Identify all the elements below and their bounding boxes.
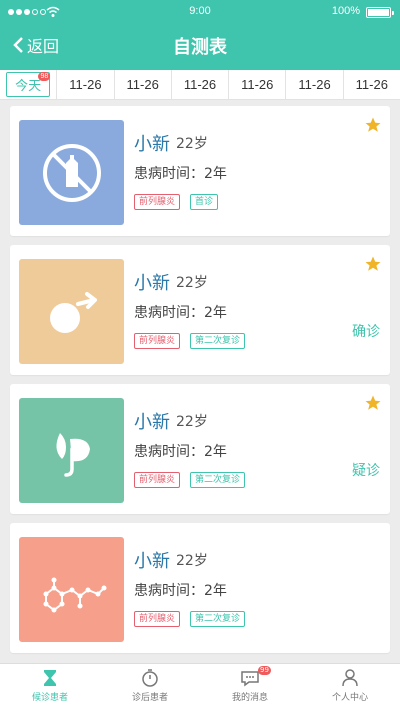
patient-card[interactable]: 小新 22岁 患病时间：2年 前列腺炎 第二次复诊 bbox=[10, 523, 390, 653]
message-icon bbox=[241, 671, 259, 687]
no-bottle-icon bbox=[42, 143, 101, 202]
tab-today[interactable]: 今天 98 bbox=[0, 70, 58, 99]
nav-waiting-patients[interactable]: 候诊患者 bbox=[0, 664, 100, 709]
tab-date[interactable]: 11-26 bbox=[229, 70, 287, 99]
patient-name: 小新 bbox=[134, 412, 170, 433]
message-badge: 99 bbox=[258, 666, 271, 675]
patient-age: 22岁 bbox=[176, 553, 208, 569]
tag-list: 前列腺炎 第二次复诊 bbox=[134, 472, 246, 488]
patient-card[interactable]: 小新 22岁 患病时间：2年 前列腺炎 第二次复诊 疑诊 bbox=[10, 384, 390, 514]
nav-personal-center[interactable]: 个人中心 bbox=[300, 664, 400, 709]
visit-tag: 首诊 bbox=[190, 194, 219, 210]
timer-icon bbox=[142, 669, 158, 687]
diagnosis-status[interactable]: 疑诊 bbox=[352, 460, 380, 480]
visit-tag: 第二次复诊 bbox=[190, 472, 246, 488]
diagnosis-tag: 前列腺炎 bbox=[134, 611, 181, 627]
patient-thumbnail bbox=[19, 398, 124, 503]
patient-name: 小新 bbox=[134, 551, 170, 572]
tab-date[interactable]: 11-26 bbox=[57, 70, 115, 99]
illness-duration: 患病时间：2年 bbox=[134, 444, 227, 460]
nav-label: 候诊患者 bbox=[31, 693, 68, 703]
tab-date[interactable]: 11-26 bbox=[172, 70, 230, 99]
star-icon[interactable] bbox=[364, 116, 382, 134]
battery-icon bbox=[366, 7, 394, 18]
tag-list: 前列腺炎 首诊 bbox=[134, 194, 219, 210]
patient-age: 22岁 bbox=[176, 275, 208, 291]
tab-label: 11-26 bbox=[355, 77, 388, 92]
person-icon bbox=[342, 669, 358, 687]
tab-date[interactable]: 11-26 bbox=[115, 70, 172, 99]
visit-tag: 第二次复诊 bbox=[190, 333, 246, 349]
patient-name: 小新 bbox=[134, 273, 170, 294]
patient-name: 小新 bbox=[134, 134, 170, 155]
tab-label: 11-26 bbox=[126, 77, 159, 92]
leaf-icon bbox=[55, 432, 90, 477]
male-symbol-icon bbox=[49, 291, 97, 333]
visit-tag: 第二次复诊 bbox=[190, 611, 246, 627]
diagnosis-tag: 前列腺炎 bbox=[134, 333, 181, 349]
patient-thumbnail bbox=[19, 537, 124, 642]
status-bar: 9:00 100% bbox=[0, 4, 400, 20]
illness-duration: 患病时间：2年 bbox=[134, 305, 227, 321]
patient-thumbnail bbox=[19, 259, 124, 364]
patient-age: 22岁 bbox=[176, 414, 208, 430]
tab-label: 11-26 bbox=[183, 77, 217, 92]
illness-duration: 患病时间：2年 bbox=[134, 166, 227, 182]
date-tabs: 今天 98 11-26 11-26 11-26 11-26 11-26 11-2… bbox=[0, 70, 400, 100]
diagnosis-tag: 前列腺炎 bbox=[134, 472, 181, 488]
illness-duration: 患病时间：2年 bbox=[134, 583, 227, 599]
bottom-nav: 候诊患者 诊后患者 99 我的消息 个人中心 bbox=[0, 663, 400, 709]
tag-list: 前列腺炎 第二次复诊 bbox=[134, 333, 246, 349]
nav-label: 诊后患者 bbox=[131, 693, 168, 703]
header: 9:00 100% 返回 自测表 bbox=[0, 0, 400, 70]
nav-label: 个人中心 bbox=[331, 693, 368, 703]
nav-my-messages[interactable]: 99 我的消息 bbox=[200, 664, 300, 709]
tab-label: 11-26 bbox=[298, 77, 331, 92]
page-title: 自测表 bbox=[173, 37, 227, 58]
patient-card[interactable]: 小新 22岁 患病时间：2年 前列腺炎 第二次复诊 确诊 bbox=[10, 245, 390, 375]
tab-label: 11-26 bbox=[241, 77, 274, 92]
tab-label: 11-26 bbox=[69, 77, 102, 92]
patient-thumbnail bbox=[19, 120, 124, 225]
nav-label: 我的消息 bbox=[231, 693, 268, 703]
star-icon[interactable] bbox=[364, 394, 382, 412]
molecule-icon bbox=[43, 577, 106, 612]
diagnosis-tag: 前列腺炎 bbox=[134, 194, 181, 210]
star-icon[interactable] bbox=[364, 255, 382, 273]
tag-list: 前列腺炎 第二次复诊 bbox=[134, 611, 246, 627]
patient-age: 22岁 bbox=[176, 136, 208, 152]
patient-card[interactable]: 小新 22岁 患病时间：2年 前列腺炎 首诊 bbox=[10, 106, 390, 236]
diagnosis-status[interactable]: 确诊 bbox=[352, 321, 380, 341]
battery-level: 100% bbox=[331, 5, 360, 17]
nav-post-diagnosis-patients[interactable]: 诊后患者 bbox=[100, 664, 200, 709]
tab-date[interactable]: 11-26 bbox=[344, 70, 400, 99]
hourglass-icon bbox=[44, 670, 56, 686]
tab-date[interactable]: 11-26 bbox=[286, 70, 344, 99]
tab-badge: 98 bbox=[38, 72, 51, 81]
